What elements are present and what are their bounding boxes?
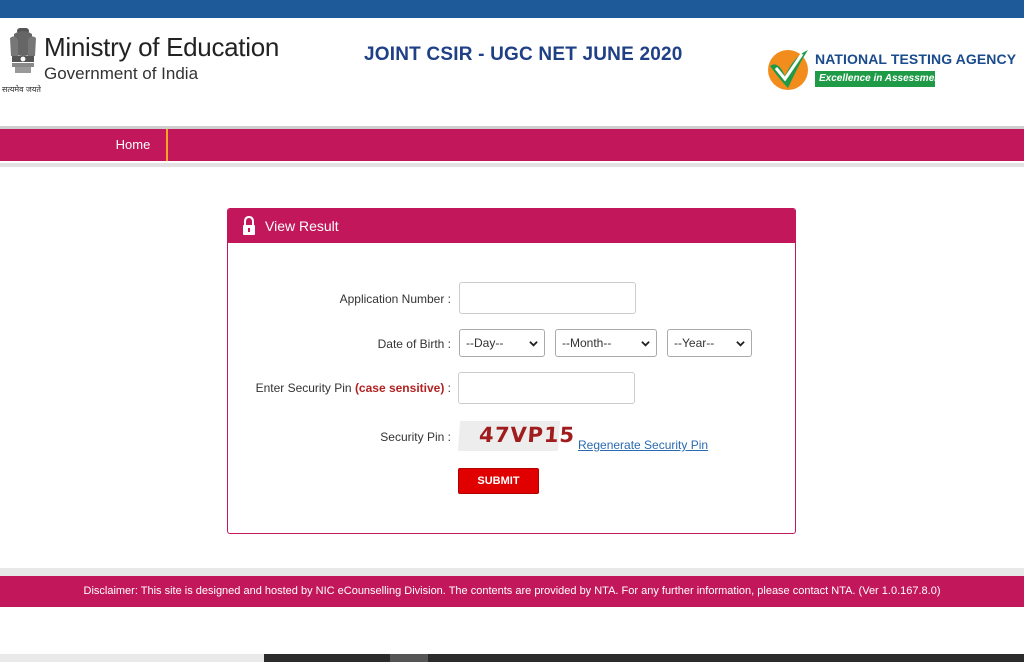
ministry-title: Ministry of Education: [44, 32, 280, 62]
ministry-subtitle: Government of India: [44, 64, 199, 83]
dob-month-value: --Month--: [562, 336, 612, 350]
footer-divider: [0, 568, 1024, 576]
dob-day-select[interactable]: --Day--: [459, 329, 545, 357]
dob-month-select[interactable]: --Month--: [555, 329, 657, 357]
taskbar-dark-area: [264, 654, 1024, 662]
security-pin-input[interactable]: [458, 372, 635, 404]
panel-title: View Result: [265, 218, 339, 234]
panel-header: View Result: [228, 209, 795, 243]
case-sensitive-note: (case sensitive): [354, 381, 445, 395]
security-pin-label: Security Pin :: [380, 430, 451, 444]
chevron-down-icon: [641, 341, 650, 347]
lock-icon: [243, 216, 255, 235]
nav-item-home[interactable]: Home: [100, 129, 168, 161]
site-header: सत्यमेव जयते Ministry of Education Gover…: [0, 18, 1024, 126]
chevron-down-icon: [736, 341, 745, 347]
taskbar-segment: [390, 654, 428, 662]
footer-disclaimer: Disclaimer: This site is designed and ho…: [0, 576, 1024, 607]
view-result-panel: View Result Application Number : Date of…: [227, 208, 796, 534]
exam-title: JOINT CSIR - UGC NET JUNE 2020: [364, 44, 683, 65]
nta-logo-icon: [768, 50, 808, 90]
submit-button[interactable]: SUBMIT: [458, 468, 539, 494]
application-number-label: Application Number :: [339, 292, 451, 306]
agency-name: NATIONAL TESTING AGENCY: [815, 51, 1017, 67]
chevron-down-icon: [529, 341, 538, 347]
security-pin-label-text: Enter Security Pin: [255, 381, 355, 395]
emblem-motto: सत्यमेव जयते: [2, 85, 41, 94]
security-pin-label-colon: :: [444, 381, 451, 395]
security-pin-input-label: Enter Security Pin (case sensitive) :: [256, 381, 451, 395]
regenerate-pin-link[interactable]: Regenerate Security Pin: [578, 438, 708, 452]
dob-day-value: --Day--: [466, 336, 504, 350]
main-navbar: Home: [0, 129, 1024, 161]
dob-year-value: --Year--: [674, 336, 715, 350]
top-color-strip: [0, 0, 1024, 18]
dob-label: Date of Birth :: [377, 337, 451, 351]
dob-year-select[interactable]: --Year--: [667, 329, 752, 357]
captcha-image: 47VP15: [457, 421, 576, 451]
agency-tagline: Excellence in Assessment: [815, 71, 944, 87]
nav-divider-bottom: [0, 163, 1024, 167]
application-number-input[interactable]: [459, 282, 636, 314]
